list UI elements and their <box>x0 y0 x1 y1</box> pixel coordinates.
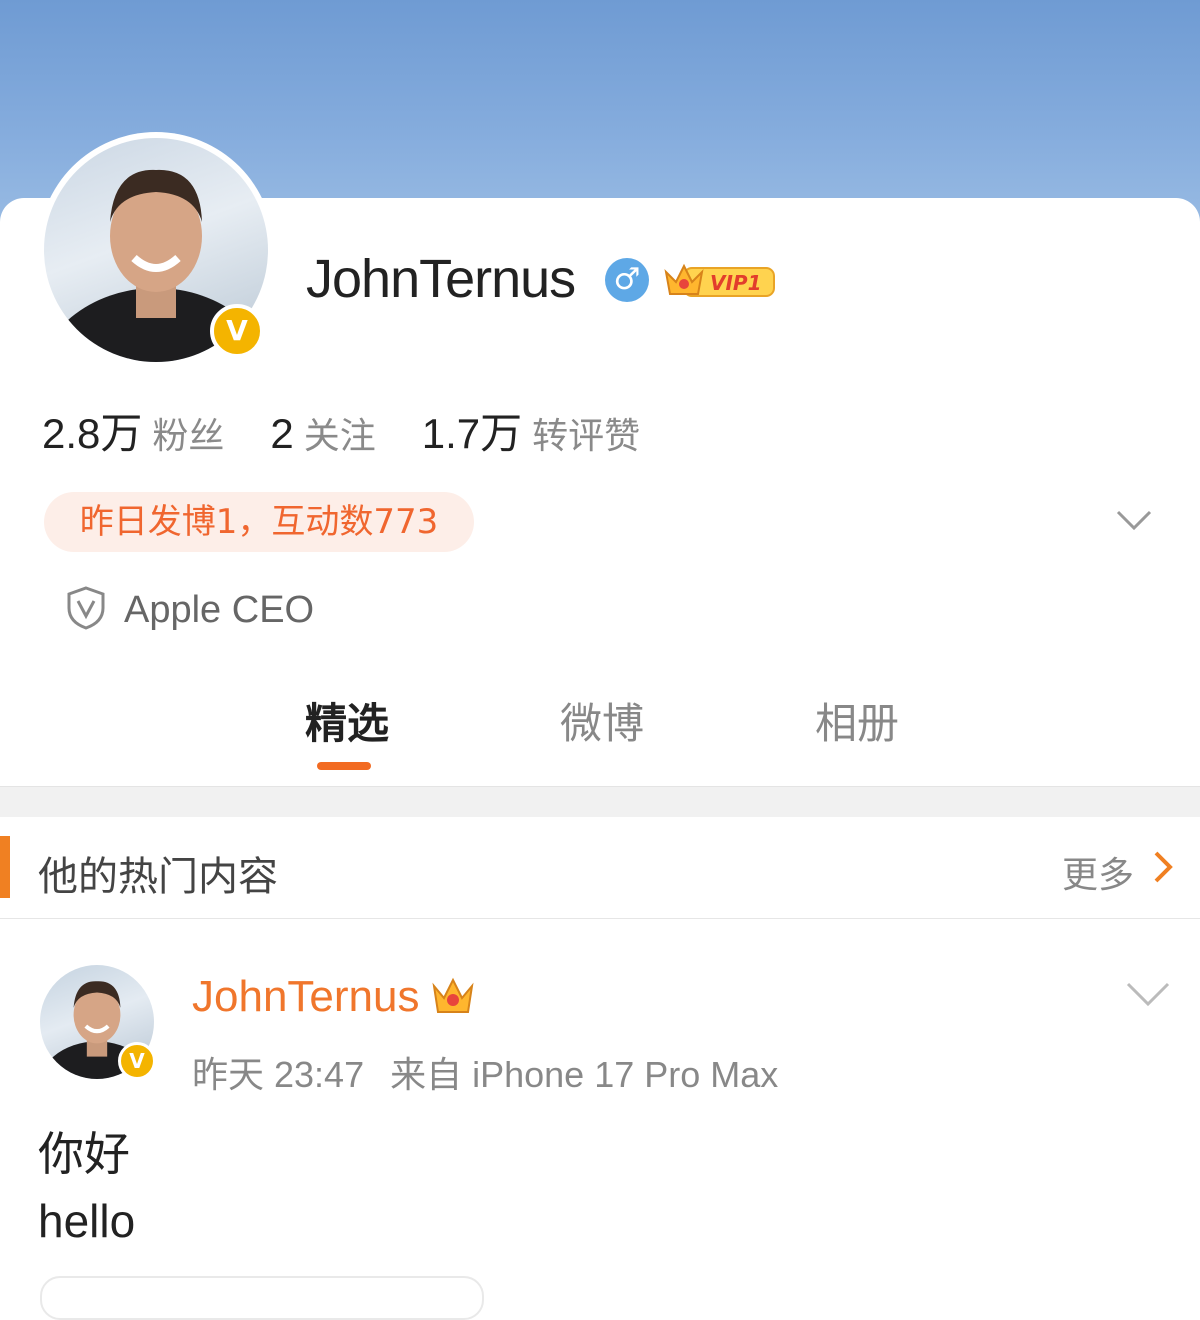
post-author-name[interactable]: JohnTernus <box>192 972 419 1022</box>
post-text-line: 你好 <box>38 1127 130 1181</box>
profile-avatar[interactable]: V <box>38 132 274 368</box>
interactions-label: 转评赞 <box>532 415 641 456</box>
followers-count[interactable]: 2.8万 <box>42 410 142 457</box>
post-text-line: hello <box>38 1195 136 1247</box>
expand-chevron-down-icon[interactable] <box>1116 510 1152 536</box>
section-accent-bar <box>0 836 10 898</box>
shield-v-icon <box>66 586 106 634</box>
post-attachment-card[interactable] <box>40 1276 484 1320</box>
male-gender-icon: ♂ <box>605 258 649 302</box>
post-time: 昨天 23:47 <box>192 1054 365 1095</box>
section-separator <box>0 786 1200 817</box>
verified-badge-icon: V <box>210 304 264 358</box>
more-link[interactable]: 更多 <box>1062 846 1134 898</box>
certification-text: Apple CEO <box>124 588 315 631</box>
post-source: 来自 iPhone 17 Pro Max <box>390 1054 779 1095</box>
interactions-count: 1.7万 <box>421 410 523 457</box>
divider <box>0 918 1200 919</box>
followers-label[interactable]: 粉丝 <box>152 415 224 456</box>
profile-stats: 2.8万 粉丝 2 关注 1.7万 转评赞 <box>42 400 686 461</box>
vip-crown-icon <box>430 976 476 1022</box>
vip-badge[interactable]: VIP1 <box>662 258 776 302</box>
tab-weibo[interactable]: 微博 <box>560 690 644 751</box>
certification-row: Apple CEO <box>66 586 314 634</box>
activity-pill[interactable]: 昨日发博1，互动数773 <box>44 492 474 552</box>
tab-album[interactable]: 相册 <box>815 690 899 751</box>
profile-username: JohnTernus <box>306 249 576 309</box>
section-title: 他的热门内容 <box>38 854 278 900</box>
tab-featured[interactable]: 精选 <box>305 690 389 751</box>
post-verified-badge-icon: V <box>118 1042 156 1080</box>
following-count[interactable]: 2 <box>270 410 293 457</box>
post-options-chevron-icon[interactable] <box>1126 982 1170 1012</box>
chevron-right-icon[interactable] <box>1152 850 1174 888</box>
active-tab-indicator <box>317 762 371 770</box>
post-meta: 昨天 23:47 来自 iPhone 17 Pro Max <box>192 1046 778 1098</box>
vip-label: VIP1 <box>710 271 762 295</box>
following-label[interactable]: 关注 <box>304 415 376 456</box>
